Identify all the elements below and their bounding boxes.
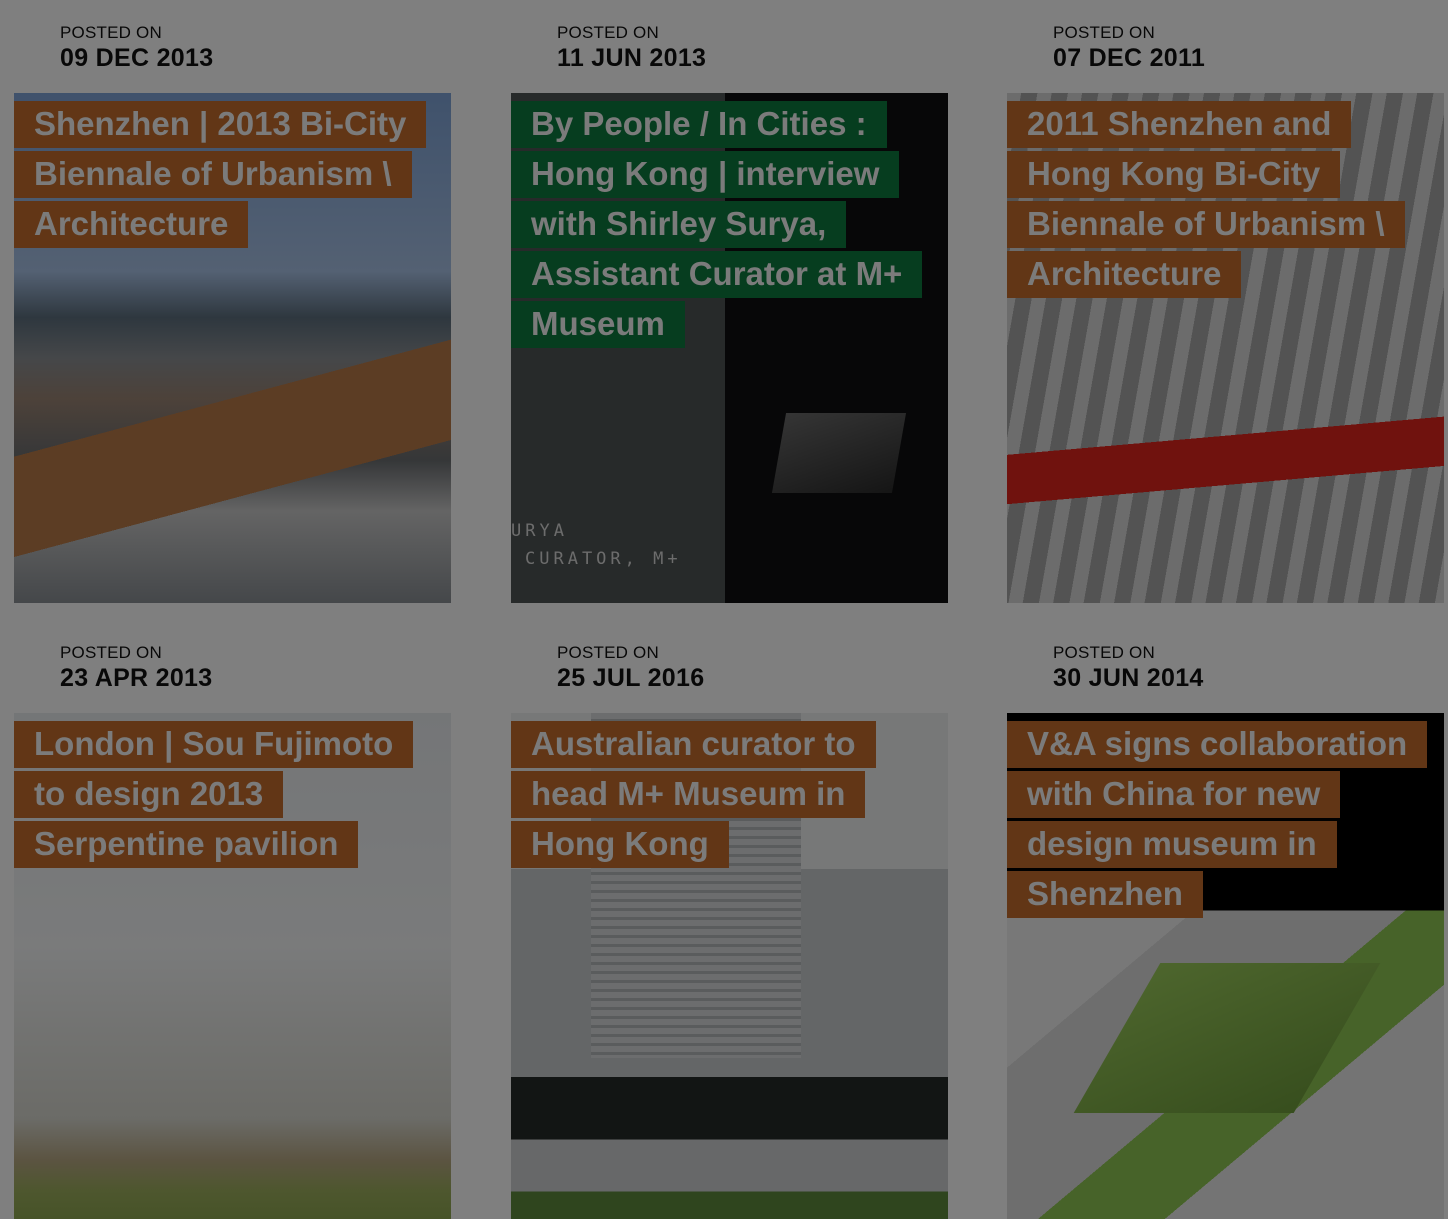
post-thumbnail-link[interactable]: Australian curator to head M+ Museum in … (511, 713, 948, 1219)
posted-on-label: POSTED ON (60, 23, 162, 42)
post-title-text[interactable]: Australian curator to head M+ Museum in … (511, 721, 876, 868)
post-title-text[interactable]: 2011 Shenzhen and Hong Kong Bi-City Bien… (1007, 101, 1405, 298)
posted-on-label: POSTED ON (557, 23, 659, 42)
post-title[interactable]: V&A signs collaboration with China for n… (1007, 719, 1428, 919)
post-meta: POSTED ON 23 APR 2013 (14, 634, 451, 693)
post-thumbnail-link[interactable]: V&A signs collaboration with China for n… (1007, 713, 1444, 1219)
date-accent-bar (14, 14, 38, 73)
post-title[interactable]: Shenzhen | 2013 Bi-City Biennale of Urba… (14, 99, 427, 249)
image-caption-line: URYA (511, 521, 568, 541)
post-thumbnail-link[interactable]: London | Sou Fujimoto to design 2013 Ser… (14, 713, 451, 1219)
posted-on-label: POSTED ON (557, 643, 659, 662)
post-date: 25 JUL 2016 (557, 664, 705, 692)
post-meta: POSTED ON 30 JUN 2014 (1007, 634, 1444, 693)
post-meta: POSTED ON 07 DEC 2011 (1007, 14, 1444, 73)
post-date: 30 JUN 2014 (1053, 664, 1204, 692)
museum-model-image (1073, 963, 1381, 1113)
post-title[interactable]: Australian curator to head M+ Museum in … (511, 719, 918, 869)
posted-on-label: POSTED ON (1053, 23, 1155, 42)
post-date: 07 DEC 2011 (1053, 44, 1206, 72)
post-card[interactable]: POSTED ON 11 JUN 2013 URYA CURATOR, M+ B… (511, 14, 948, 603)
post-meta: POSTED ON 11 JUN 2013 (511, 14, 948, 73)
post-meta: POSTED ON 25 JUL 2016 (511, 634, 948, 693)
post-title-text[interactable]: London | Sou Fujimoto to design 2013 Ser… (14, 721, 414, 868)
date-accent-bar (1007, 634, 1031, 693)
post-title[interactable]: London | Sou Fujimoto to design 2013 Ser… (14, 719, 421, 869)
post-title[interactable]: By People / In Cities : Hong Kong | inte… (511, 99, 923, 349)
post-title-text[interactable]: V&A signs collaboration with China for n… (1007, 721, 1428, 918)
posts-grid: POSTED ON 09 DEC 2013 Shenzhen | 2013 Bi… (0, 0, 1448, 1219)
post-card[interactable]: POSTED ON 30 JUN 2014 V&A signs collabor… (1007, 634, 1444, 1219)
post-meta: POSTED ON 09 DEC 2013 (14, 14, 451, 73)
post-thumbnail-link[interactable]: URYA CURATOR, M+ By People / In Cities :… (511, 93, 948, 603)
post-card[interactable]: POSTED ON 25 JUL 2016 Australian curator… (511, 634, 948, 1219)
image-caption: URYA CURATOR, M+ (511, 517, 682, 573)
post-date: 11 JUN 2013 (557, 44, 707, 72)
post-card[interactable]: POSTED ON 07 DEC 2011 2011 Shenzhen and … (1007, 14, 1444, 603)
date-accent-bar (1007, 14, 1031, 73)
post-title-text[interactable]: By People / In Cities : Hong Kong | inte… (511, 101, 923, 348)
post-thumbnail-link[interactable]: Shenzhen | 2013 Bi-City Biennale of Urba… (14, 93, 451, 603)
date-accent-bar (511, 634, 535, 693)
posted-on-label: POSTED ON (60, 643, 162, 662)
date-accent-bar (14, 634, 38, 693)
post-title-text[interactable]: Shenzhen | 2013 Bi-City Biennale of Urba… (14, 101, 427, 248)
post-card[interactable]: POSTED ON 09 DEC 2013 Shenzhen | 2013 Bi… (14, 14, 451, 603)
posted-on-label: POSTED ON (1053, 643, 1155, 662)
post-date: 23 APR 2013 (60, 664, 213, 692)
image-caption-line: CURATOR, M+ (525, 549, 682, 569)
post-date: 09 DEC 2013 (60, 44, 214, 72)
post-card[interactable]: POSTED ON 23 APR 2013 London | Sou Fujim… (14, 634, 451, 1219)
post-title[interactable]: 2011 Shenzhen and Hong Kong Bi-City Bien… (1007, 99, 1414, 299)
laptop-image (771, 413, 907, 493)
post-thumbnail-link[interactable]: 2011 Shenzhen and Hong Kong Bi-City Bien… (1007, 93, 1444, 603)
date-accent-bar (511, 14, 535, 73)
